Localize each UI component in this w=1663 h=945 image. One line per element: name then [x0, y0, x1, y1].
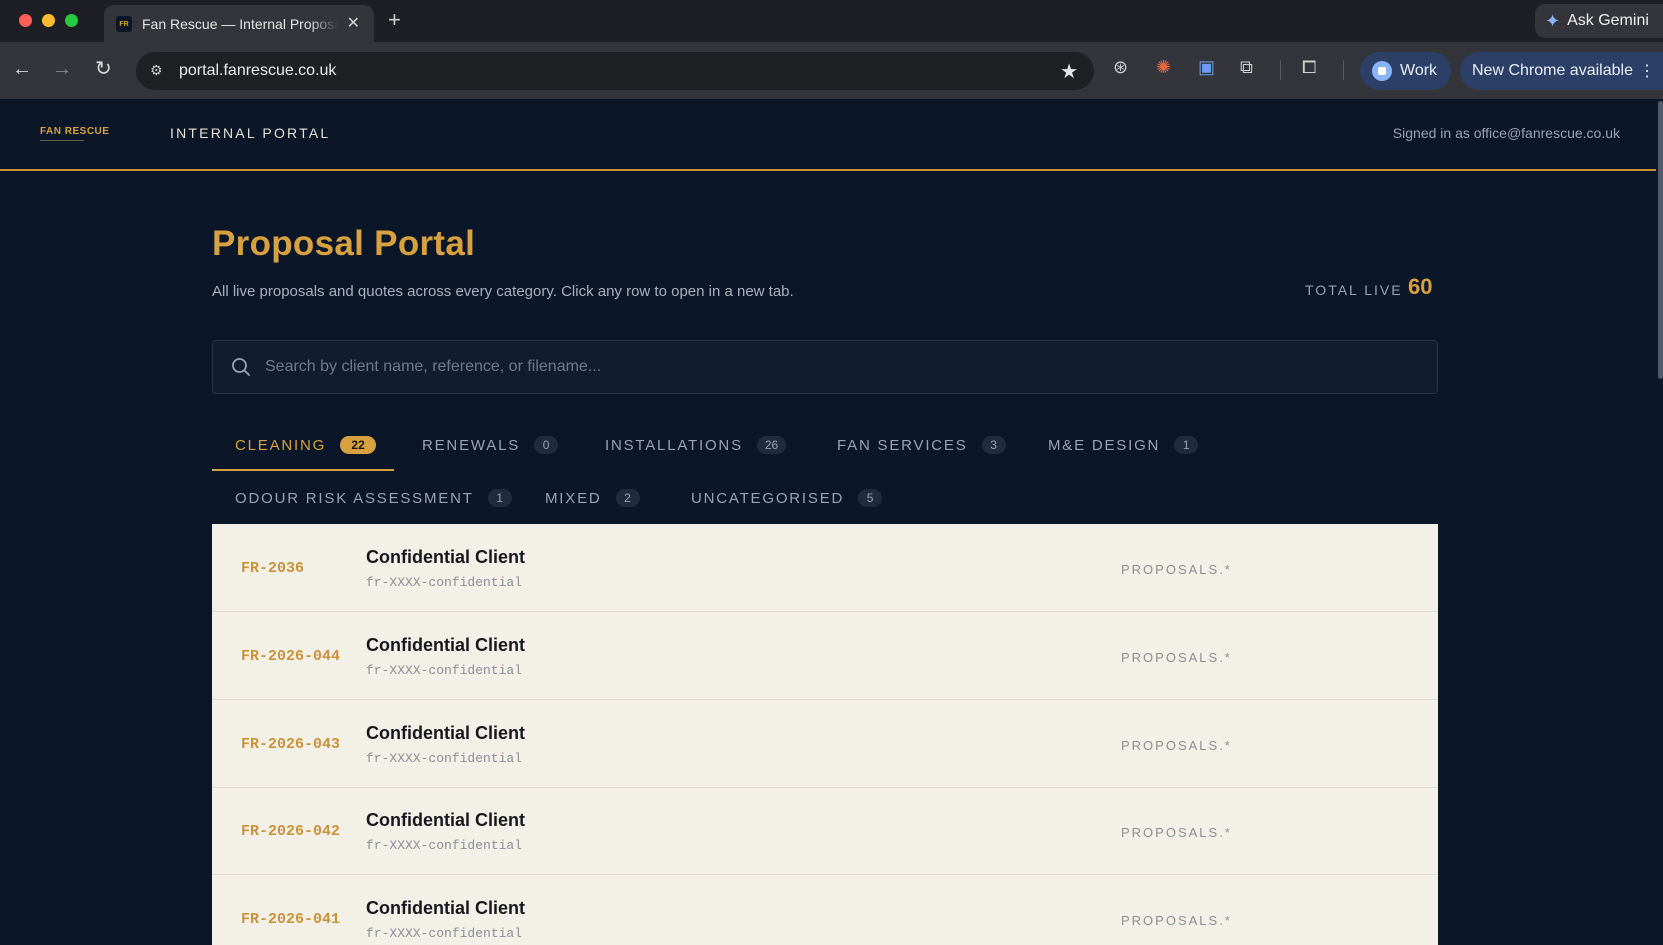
shield-extension-icon[interactable]: ▣	[1198, 57, 1215, 78]
reload-icon[interactable]: ↻	[95, 59, 112, 79]
total-live-count: 60	[1408, 274, 1433, 299]
extensions-puzzle-icon[interactable]: ⧉	[1240, 57, 1253, 78]
tab-installations[interactable]: INSTALLATIONS 26	[605, 420, 787, 470]
tab-cleaning[interactable]: CLEANING 22	[235, 420, 377, 470]
filename: fr-XXXX-confidential	[366, 751, 523, 766]
filename: fr-XXXX-confidential	[366, 926, 523, 941]
tab-count-badge: 3	[981, 436, 1006, 454]
bookmark-star-icon[interactable]: ★	[1060, 59, 1078, 84]
profile-work-button[interactable]: Work	[1360, 52, 1451, 90]
search-input[interactable]	[265, 341, 1415, 393]
tab-label: CLEANING	[235, 436, 327, 454]
page-title: Proposal Portal	[212, 224, 476, 263]
forward-arrow-icon[interactable]: →	[52, 59, 72, 79]
tab-label: UNCATEGORISED	[691, 489, 845, 507]
portal-label: INTERNAL PORTAL	[170, 125, 331, 141]
search-icon	[232, 358, 250, 376]
scrollbar-thumb[interactable]	[1658, 101, 1663, 379]
client-name: Confidential Client	[366, 723, 525, 743]
tab-search-icon[interactable]: ⧠	[1302, 57, 1316, 78]
tab-label: MIXED	[545, 489, 602, 507]
proposal-row[interactable]: FR-2026-042 Confidential Client fr-XXXX-…	[212, 787, 1438, 875]
proposal-row[interactable]: FR-2026-044 Confidential Client fr-XXXX-…	[212, 612, 1438, 700]
tab-title: Fan Rescue — Internal Proposals	[142, 16, 338, 32]
filename: fr-XXXX-confidential	[366, 663, 523, 678]
tab-mixed[interactable]: MIXED 2	[545, 473, 640, 523]
gemini-sparkle-icon: ✦	[1545, 10, 1561, 31]
url-text: portal.fanrescue.co.uk	[179, 62, 337, 79]
tab-count-badge: 0	[534, 436, 559, 454]
chrome-update-button[interactable]: New Chrome available ⋮	[1460, 52, 1663, 90]
client-name: Confidential Client	[366, 898, 525, 918]
proposal-reference: FR-2026-043	[241, 736, 341, 753]
proposal-reference: FR-2026-044	[241, 648, 341, 665]
total-live-label: TOTAL LIVE	[1305, 282, 1403, 298]
signed-in-text: Signed in as office@fanrescue.co.uk	[1392, 125, 1620, 141]
site-settings-icon[interactable]: ⚙	[150, 62, 168, 80]
update-label: New Chrome available	[1472, 62, 1633, 79]
proposal-list: FR-2036 Confidential Client fr-XXXX-conf…	[212, 524, 1438, 945]
tab-count-badge: 22	[340, 436, 377, 454]
logo-tagline-line	[40, 140, 84, 141]
ask-gemini-button[interactable]: ✦ Ask Gemini	[1535, 4, 1663, 38]
close-tab-icon[interactable]: ✕	[347, 13, 360, 33]
close-window-button[interactable]	[19, 14, 32, 27]
proposal-row[interactable]: FR-2026-041 Confidential Client fr-XXXX-…	[212, 875, 1438, 945]
site-header: FAN RESCUE INTERNAL PORTAL Signed in as …	[0, 99, 1656, 171]
fan-rescue-logo[interactable]: FAN RESCUE	[40, 126, 109, 137]
proposal-reference: FR-2026-042	[241, 823, 341, 840]
tab-odour-risk-assessment[interactable]: ODOUR RISK ASSESSMENT 1	[235, 473, 512, 523]
tab-count-badge: 1	[1174, 436, 1199, 454]
client-name: Confidential Client	[366, 547, 525, 567]
tab-label: M&E DESIGN	[1048, 436, 1161, 454]
tab-fan-services[interactable]: FAN SERVICES 3	[837, 420, 1006, 470]
proposal-row[interactable]: FR-2036 Confidential Client fr-XXXX-conf…	[212, 524, 1438, 612]
proposal-type: PROPOSALS.*	[1121, 913, 1232, 928]
tab-count-badge: 1	[487, 489, 512, 507]
tab-renewals[interactable]: RENEWALS 0	[422, 420, 559, 470]
maximize-window-button[interactable]	[65, 14, 78, 27]
proposal-reference: FR-2026-041	[241, 911, 341, 928]
filename: fr-XXXX-confidential	[366, 575, 523, 590]
proposal-row[interactable]: FR-2026-043 Confidential Client fr-XXXX-…	[212, 700, 1438, 788]
proposal-type: PROPOSALS.*	[1121, 650, 1232, 665]
toolbar-divider	[1343, 60, 1344, 80]
tab-label: INSTALLATIONS	[605, 436, 743, 454]
client-name: Confidential Client	[366, 635, 525, 655]
proposal-type: PROPOSALS.*	[1121, 562, 1232, 577]
address-bar[interactable]: ⚙ portal.fanrescue.co.uk ★	[136, 52, 1094, 90]
profile-avatar-icon	[1372, 61, 1392, 81]
proposal-type: PROPOSALS.*	[1121, 738, 1232, 753]
new-tab-icon[interactable]: +	[388, 7, 401, 33]
browser-tab[interactable]: FR Fan Rescue — Internal Proposals ✕	[104, 5, 374, 42]
tab-label: RENEWALS	[422, 436, 521, 454]
proposal-type: PROPOSALS.*	[1121, 825, 1232, 840]
proposal-reference: FR-2036	[241, 560, 305, 577]
client-name: Confidential Client	[366, 810, 525, 830]
tab-count-badge: 26	[756, 436, 787, 454]
ask-gemini-label: Ask Gemini	[1567, 12, 1649, 29]
claude-extension-icon[interactable]: ✺	[1156, 57, 1171, 78]
page-subtitle: All live proposals and quotes across eve…	[212, 283, 794, 300]
tab-uncategorised[interactable]: UNCATEGORISED 5	[691, 473, 883, 523]
tab-me-design[interactable]: M&E DESIGN 1	[1048, 420, 1199, 470]
kebab-menu-icon[interactable]: ⋮	[1639, 61, 1655, 81]
search-box[interactable]	[212, 340, 1438, 394]
site-favicon-icon: FR	[116, 16, 132, 32]
minimize-window-button[interactable]	[42, 14, 55, 27]
toolbar-divider	[1280, 60, 1281, 80]
openai-extension-icon[interactable]: ⊛	[1113, 57, 1128, 78]
browser-tab-strip: FR Fan Rescue — Internal Proposals ✕ + ✦…	[0, 0, 1663, 42]
tab-label: ODOUR RISK ASSESSMENT	[235, 489, 474, 507]
tab-count-badge: 2	[615, 489, 640, 507]
tab-count-badge: 5	[858, 489, 883, 507]
tab-label: FAN SERVICES	[837, 436, 968, 454]
profile-label: Work	[1400, 62, 1438, 79]
back-arrow-icon[interactable]: ←	[12, 59, 32, 79]
filename: fr-XXXX-confidential	[366, 838, 523, 853]
active-tab-underline	[212, 469, 394, 471]
